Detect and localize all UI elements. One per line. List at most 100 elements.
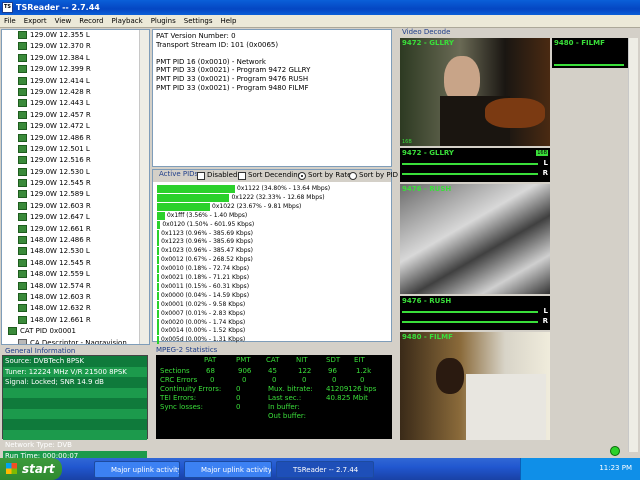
start-label: start: [22, 462, 55, 476]
general-info-line: [3, 408, 147, 419]
task-tsreader[interactable]: TSReader -- 2.7.44: [276, 461, 374, 478]
tree-item[interactable]: 129.0W 12.414 L: [2, 76, 149, 87]
tree-item-label: 148.0W 12.559 L: [30, 270, 90, 279]
sections-value: 68: [206, 367, 215, 375]
gllry-audio-l: L: [543, 159, 548, 167]
stat-col-header: PMT: [236, 356, 251, 364]
transponder-tree[interactable]: 129.0W 12.355 L 129.0W 12.370 R 129.0W 12.…: [1, 29, 150, 345]
disabled-checkbox[interactable]: [197, 172, 205, 180]
tree-item[interactable]: 129.0W 12.530 L: [2, 167, 149, 178]
mux-label: Mux. bitrate:: [268, 385, 313, 393]
video-gllry-tag: 16B: [402, 139, 412, 145]
inbuf-label: In buffer:: [268, 403, 300, 411]
tree-cat[interactable]: CAT PID 0x0001: [2, 326, 149, 337]
taskbar: start Major uplink activity F... Major u…: [0, 458, 640, 480]
tree-item[interactable]: 148.0W 12.486 R: [2, 235, 149, 246]
tree-scrollbar[interactable]: [139, 30, 149, 344]
pat-line: PAT Version Number: 0: [156, 32, 236, 40]
tree-item-label: 129.0W 12.661 R: [30, 224, 91, 233]
crc-value: 0: [272, 376, 277, 384]
tree-item[interactable]: 129.0W 12.370 R: [2, 41, 149, 52]
video-gllry-frame[interactable]: 9472 - GLLRY 16B: [400, 38, 550, 146]
general-info-line: [3, 398, 147, 409]
sort-by-pid-label: Sort by PID: [359, 171, 399, 179]
tree-item[interactable]: 129.0W 12.661 R: [2, 224, 149, 235]
tree-item[interactable]: 129.0W 12.443 L: [2, 98, 149, 109]
tree-item[interactable]: 129.0W 12.472 L: [2, 121, 149, 132]
task-uplink-2[interactable]: Major uplink activity F...: [184, 461, 272, 478]
pids-header: Active PIDs Disabled Sort Decending Sort…: [153, 170, 398, 182]
transponder-icon: [18, 247, 27, 256]
tree-item[interactable]: 148.0W 12.530 L: [2, 246, 149, 257]
tree-item[interactable]: 129.0W 12.603 R: [2, 201, 149, 212]
tree-ca-item[interactable]: CA Descriptor - Nagravision: [2, 338, 149, 344]
menu-playback[interactable]: Playback: [107, 15, 146, 28]
tree-item-label: 129.0W 12.472 L: [30, 122, 90, 131]
start-button[interactable]: start: [0, 458, 62, 480]
tree-item[interactable]: 129.0W 12.355 L: [2, 30, 149, 41]
tree-item[interactable]: 129.0W 12.457 R: [2, 110, 149, 121]
tree-item[interactable]: 129.0W 12.545 R: [2, 178, 149, 189]
tree-item[interactable]: 148.0W 12.559 L: [2, 269, 149, 280]
tree-item[interactable]: 148.0W 12.545 R: [2, 258, 149, 269]
system-tray: 11:23 PM: [520, 458, 640, 480]
task-uplink-1[interactable]: Major uplink activity F...: [94, 461, 180, 478]
transponder-icon: [18, 156, 27, 165]
sort-descending-checkbox[interactable]: [238, 172, 246, 180]
tree-item[interactable]: 148.0W 12.603 R: [2, 292, 149, 303]
menu-view[interactable]: View: [51, 15, 76, 28]
menu-help[interactable]: Help: [216, 15, 240, 28]
tree-item-label: 148.0W 12.545 R: [30, 258, 91, 267]
tree-item[interactable]: 129.0W 12.428 R: [2, 87, 149, 98]
tree-item[interactable]: 148.0W 12.661 R: [2, 315, 149, 326]
tree-item[interactable]: 148.0W 12.574 R: [2, 281, 149, 292]
general-information-box: Source: DVBTech 8PSK Tuner: 12224 MHz V/R…: [2, 355, 148, 461]
video-filmf-frame[interactable]: 9480 - FILMF: [400, 332, 550, 440]
transponder-icon: [18, 87, 27, 96]
video-scrollbar[interactable]: [628, 38, 638, 452]
transponder-icon: [18, 315, 27, 324]
sort-by-rate-radio[interactable]: [298, 172, 306, 180]
title-bar: TS TSReader -- 2.7.44: [0, 0, 640, 15]
tree-item[interactable]: 129.0W 12.486 R: [2, 133, 149, 144]
video-rush-frame[interactable]: 9476 - RUSH: [400, 184, 550, 294]
pid-rate-bar: [157, 247, 160, 256]
clock[interactable]: 11:23 PM: [599, 464, 632, 472]
stat-col-header: CAT: [266, 356, 280, 364]
menu-export[interactable]: Export: [20, 15, 51, 28]
menu-record[interactable]: Record: [75, 15, 107, 28]
tree-item[interactable]: 129.0W 12.647 L: [2, 212, 149, 223]
tree-item-label: 129.0W 12.399 R: [30, 65, 91, 74]
tree-item[interactable]: 129.0W 12.384 L: [2, 53, 149, 64]
tree-item[interactable]: 129.0W 12.399 R: [2, 64, 149, 75]
tree-item[interactable]: 129.0W 12.501 L: [2, 144, 149, 155]
active-pids-panel: Active PIDs Disabled Sort Decending Sort…: [152, 169, 398, 345]
tree-item[interactable]: 148.0W 12.632 R: [2, 303, 149, 314]
crc-value: 0: [210, 376, 215, 384]
last-value: 40.825 Mbit: [326, 394, 368, 402]
sync-label: Sync losses:: [160, 403, 203, 411]
gllry-audio-r: R: [542, 169, 548, 177]
video-rush-label: 9476 - RUSH: [402, 185, 452, 193]
menu-plugins[interactable]: Plugins: [147, 15, 180, 28]
stat-col-header: PAT: [204, 356, 217, 364]
pid-rate-bar: [157, 291, 159, 300]
menu-settings[interactable]: Settings: [180, 15, 217, 28]
menu-file[interactable]: File: [0, 15, 20, 28]
tree-item-label: 148.0W 12.603 R: [30, 292, 91, 301]
stat-col-header: NIT: [296, 356, 308, 364]
video-gllry-label: 9472 - GLLRY: [402, 39, 455, 47]
pid-rate-bar: [157, 202, 211, 211]
crc-value: 0: [302, 376, 307, 384]
gllry-audio-label: 9472 - GLLRY: [402, 149, 455, 157]
sort-descending-label: Sort Decending: [248, 171, 303, 179]
sort-by-pid-radio[interactable]: [349, 172, 357, 180]
pid-rate-bar: [157, 336, 159, 345]
tree-item-label: 129.0W 12.501 L: [30, 144, 90, 153]
sections-value: 906: [238, 367, 252, 375]
tree-item[interactable]: 129.0W 12.589 L: [2, 189, 149, 200]
tree-item-label: 129.0W 12.414 L: [30, 76, 90, 85]
tree-item-label: 148.0W 12.574 R: [30, 281, 91, 290]
tree-item[interactable]: 129.0W 12.516 R: [2, 155, 149, 166]
transponder-icon: [18, 292, 27, 301]
